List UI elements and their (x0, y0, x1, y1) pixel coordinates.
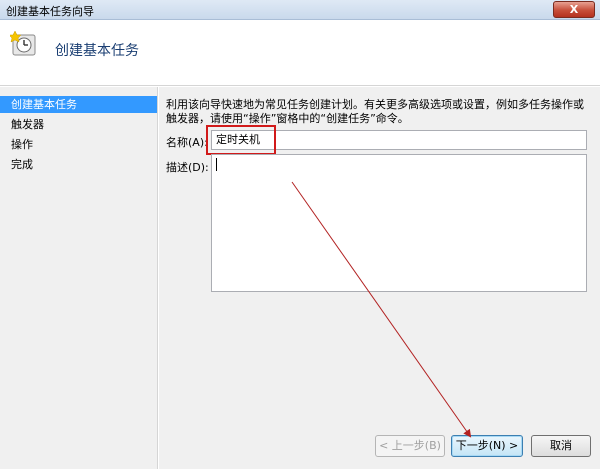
back-button[interactable]: < 上一步(B) (375, 435, 445, 457)
close-button[interactable]: X (553, 1, 595, 18)
page-title: 创建基本任务 (55, 43, 139, 59)
task-scheduler-icon (10, 30, 36, 56)
wizard-content: 利用该向导快速地为常见任务创建计划。有关更多高级选项或设置，例如多任务操作或触发… (159, 87, 600, 469)
instruction-text: 利用该向导快速地为常见任务创建计划。有关更多高级选项或设置，例如多任务操作或触发… (166, 98, 584, 125)
sidebar-item-finish[interactable]: 完成 (0, 156, 157, 173)
window-title: 创建基本任务向导 (6, 5, 94, 18)
title-bar: 创建基本任务向导 X (0, 0, 600, 20)
sidebar-item-trigger[interactable]: 触发器 (0, 116, 157, 133)
wizard-header: 创建基本任务 (0, 21, 600, 86)
cancel-button[interactable]: 取消 (531, 435, 591, 457)
description-field[interactable] (211, 154, 587, 292)
text-caret (216, 158, 217, 171)
sidebar-item-create-basic-task[interactable]: 创建基本任务 (0, 96, 157, 113)
next-button[interactable]: 下一步(N) > (451, 435, 523, 457)
highlight-box (206, 125, 276, 155)
wizard-steps-sidebar: 创建基本任务 触发器 操作 完成 (0, 87, 158, 469)
description-label: 描述(D): (166, 161, 209, 174)
name-label: 名称(A): (166, 136, 208, 149)
sidebar-item-action[interactable]: 操作 (0, 136, 157, 153)
